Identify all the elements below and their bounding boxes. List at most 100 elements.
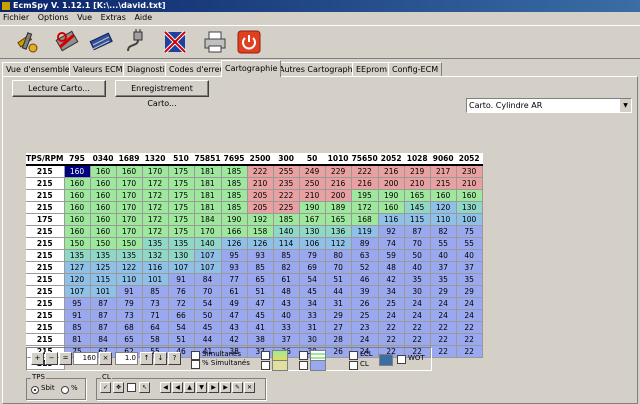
ecu-chip-icon[interactable] xyxy=(88,29,114,55)
grid-cell[interactable]: 126 xyxy=(221,237,248,250)
grid-cell[interactable]: 160 xyxy=(64,177,91,190)
grid-cell[interactable]: 249 xyxy=(299,165,326,178)
grid-cell[interactable]: 185 xyxy=(221,189,248,202)
grid-cell[interactable]: 175 xyxy=(168,213,195,226)
grid-cell[interactable]: 205 xyxy=(247,189,274,202)
grid-cell[interactable]: 22 xyxy=(456,321,483,334)
grid-cell[interactable]: 93 xyxy=(221,261,248,274)
grid-cell[interactable]: 22 xyxy=(430,321,457,334)
grid-cell[interactable]: 45 xyxy=(247,309,274,322)
grid-cell[interactable]: 135 xyxy=(168,237,195,250)
grid-cell[interactable]: 150 xyxy=(116,237,143,250)
grid-cell[interactable]: 172 xyxy=(351,201,379,214)
grid-cell[interactable]: 130 xyxy=(299,225,326,238)
grid-cell[interactable]: 65 xyxy=(247,273,274,286)
grid-cell[interactable]: 150 xyxy=(90,237,117,250)
grid-cell[interactable]: 172 xyxy=(142,189,169,202)
tps-percent-radio[interactable] xyxy=(61,386,69,394)
grid-cell[interactable]: 181 xyxy=(194,177,222,190)
grid-cell[interactable]: 70 xyxy=(325,261,352,274)
grid-cell[interactable]: 61 xyxy=(221,285,248,298)
grid-cell[interactable]: 38 xyxy=(247,333,274,346)
grid-cell[interactable]: 35 xyxy=(430,273,457,286)
menu-extras[interactable]: Extras xyxy=(101,13,126,22)
grid-cell[interactable]: 170 xyxy=(194,225,222,238)
grid-cell[interactable]: 230 xyxy=(456,165,483,178)
grid-cell[interactable]: 160 xyxy=(90,213,117,226)
grid-cell[interactable]: 48 xyxy=(273,285,300,298)
arrow-up-icon[interactable]: ↑ xyxy=(140,352,153,365)
grid-cell[interactable]: 175 xyxy=(168,165,195,178)
grid-cell[interactable]: 24 xyxy=(404,297,431,310)
grid-cell[interactable]: 115 xyxy=(404,213,431,226)
grid-cell[interactable]: 24 xyxy=(430,297,457,310)
grid-cell[interactable]: 34 xyxy=(299,297,326,310)
grid-cell[interactable]: 33 xyxy=(273,321,300,334)
grid-cell[interactable]: 222 xyxy=(351,165,379,178)
factor-value-input[interactable]: 1.0 xyxy=(115,352,138,365)
grid-cell[interactable]: 63 xyxy=(351,249,379,262)
printer-icon[interactable] xyxy=(202,29,228,55)
grid-cell[interactable]: 45 xyxy=(194,321,222,334)
grid-cell[interactable]: 22 xyxy=(378,333,405,346)
grid-overlay-checkbox[interactable] xyxy=(299,351,308,360)
down-icon[interactable]: ▼ xyxy=(196,382,207,393)
grid-cell[interactable]: 92 xyxy=(378,225,405,238)
grid-cell[interactable]: 216 xyxy=(325,177,352,190)
grid-cell[interactable]: 91 xyxy=(168,273,195,286)
first-icon[interactable]: ◀ xyxy=(160,382,171,393)
grid-cell[interactable]: 101 xyxy=(90,285,117,298)
grid-cell[interactable]: 170 xyxy=(142,165,169,178)
grid-cell[interactable]: 185 xyxy=(273,213,300,226)
grid-cell[interactable]: 81 xyxy=(64,333,91,346)
grid-cell[interactable]: 39 xyxy=(351,285,379,298)
grid-cell[interactable]: 160 xyxy=(90,177,117,190)
grid-cell[interactable]: 175 xyxy=(168,189,195,202)
grid-cell[interactable]: 66 xyxy=(168,309,195,322)
grid-cell[interactable]: 35 xyxy=(456,273,483,286)
grid-cell[interactable]: 110 xyxy=(430,213,457,226)
grid-cell[interactable]: 107 xyxy=(194,261,222,274)
grid-cell[interactable]: 44 xyxy=(325,285,352,298)
arrow-down-icon[interactable]: ↓ xyxy=(154,352,167,365)
grid-cell[interactable]: 216 xyxy=(378,165,405,178)
chart-checkbox[interactable] xyxy=(299,361,308,370)
pointer-icon[interactable]: ↖ xyxy=(139,382,150,393)
grid-cell[interactable]: 136 xyxy=(325,225,352,238)
grid-cell[interactable]: 87 xyxy=(90,321,117,334)
grid-cell[interactable]: 175 xyxy=(168,225,195,238)
grid-cell[interactable]: 51 xyxy=(247,285,274,298)
grid-cell[interactable]: 84 xyxy=(194,273,222,286)
grid-cell[interactable]: 87 xyxy=(404,225,431,238)
grid-cell[interactable]: 135 xyxy=(90,249,117,262)
grid-cell[interactable]: 127 xyxy=(64,261,91,274)
grid-cell[interactable]: 210 xyxy=(299,189,326,202)
tab-eeprom[interactable]: EEprom xyxy=(352,62,391,76)
grid-cell[interactable]: 217 xyxy=(430,165,457,178)
grid-cell[interactable]: 91 xyxy=(116,285,143,298)
grid-cell[interactable]: 61 xyxy=(273,273,300,286)
grid-cell[interactable]: 185 xyxy=(221,165,248,178)
grid-cell[interactable]: 135 xyxy=(142,237,169,250)
grid-cell[interactable]: 200 xyxy=(378,177,405,190)
grid-cell[interactable]: 122 xyxy=(116,261,143,274)
grid-cell[interactable]: 73 xyxy=(116,309,143,322)
grid-cell[interactable]: 37 xyxy=(273,333,300,346)
tab-cartographie[interactable]: Cartographie xyxy=(221,60,282,77)
grid-cell[interactable]: 130 xyxy=(456,201,483,214)
grid-cell[interactable]: 229 xyxy=(325,165,352,178)
grid-cell[interactable]: 22 xyxy=(456,345,483,358)
grid-cell[interactable]: 189 xyxy=(325,201,352,214)
grid-cell[interactable]: 40 xyxy=(273,309,300,322)
grid-cell[interactable]: 190 xyxy=(221,213,248,226)
add-icon[interactable]: + xyxy=(31,352,44,365)
grid-cell[interactable]: 43 xyxy=(221,321,248,334)
grid-cell[interactable]: 170 xyxy=(116,225,143,238)
grid-cell[interactable]: 73 xyxy=(142,297,169,310)
grid-cell[interactable]: 70 xyxy=(404,237,431,250)
grid-cell[interactable]: 160 xyxy=(116,165,143,178)
grid-cell[interactable]: 145 xyxy=(404,201,431,214)
grid-cell[interactable]: 160 xyxy=(64,225,91,238)
grid-cell[interactable]: 35 xyxy=(404,273,431,286)
grid-cell[interactable]: 85 xyxy=(273,249,300,262)
